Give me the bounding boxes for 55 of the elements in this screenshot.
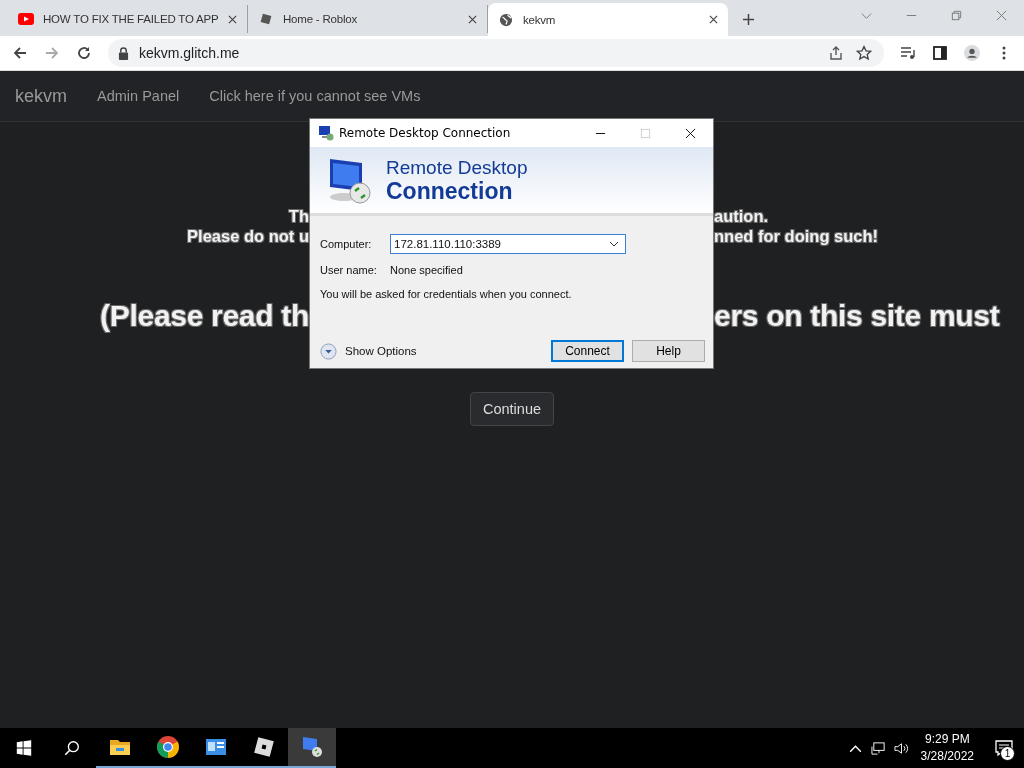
site-brand[interactable]: kekvm bbox=[15, 85, 67, 107]
reload-icon[interactable] bbox=[76, 45, 92, 61]
search-icon[interactable] bbox=[63, 739, 81, 757]
dialog-button[interactable]: Help bbox=[632, 340, 705, 362]
browser-tab[interactable]: HOW TO FIX THE FAILED TO APP bbox=[8, 5, 248, 33]
maximize-icon bbox=[640, 127, 651, 139]
globe-icon bbox=[498, 12, 514, 27]
notification-badge: 1 bbox=[1000, 746, 1015, 761]
nav-link[interactable]: Click here if you cannot see VMs bbox=[209, 88, 421, 104]
tab-title: Home - Roblox bbox=[283, 13, 359, 25]
star-icon[interactable] bbox=[856, 45, 872, 61]
notice-text: Please do not u bbox=[186, 226, 309, 246]
network-icon[interactable] bbox=[870, 740, 886, 756]
close-icon[interactable] bbox=[228, 14, 237, 24]
notice-text: (Please read th bbox=[99, 298, 309, 334]
close-icon[interactable] bbox=[685, 127, 696, 139]
monitor-icon bbox=[318, 125, 334, 141]
clock-time[interactable]: 9:29 PM bbox=[924, 731, 970, 748]
close-icon[interactable] bbox=[468, 14, 477, 24]
side-panel-icon[interactable] bbox=[932, 45, 948, 61]
field-label: User name: bbox=[320, 264, 378, 276]
notice-text: ers on this site must bbox=[714, 298, 1001, 334]
tab-title: kekvm bbox=[523, 13, 557, 26]
lock-icon bbox=[118, 46, 129, 60]
play-logo-icon bbox=[18, 12, 34, 26]
dialog-heading: Remote Desktop bbox=[386, 157, 528, 179]
browser-tab[interactable]: kekvm bbox=[488, 3, 728, 36]
windows-start-icon[interactable] bbox=[15, 739, 33, 757]
field-label: Computer: bbox=[320, 238, 373, 250]
close-icon[interactable] bbox=[709, 15, 718, 24]
speaker-icon[interactable] bbox=[893, 740, 909, 756]
dialog-button[interactable]: Connect bbox=[551, 340, 624, 362]
notice-text: aution. bbox=[714, 206, 770, 226]
avatar-icon[interactable] bbox=[964, 45, 980, 61]
dialog-heading: Connection bbox=[386, 179, 514, 203]
tab-title: HOW TO FIX THE FAILED TO APP bbox=[43, 13, 220, 25]
notice-text: nned for doing such! bbox=[714, 226, 880, 246]
media-list-icon[interactable] bbox=[900, 45, 916, 61]
computer-combo-box[interactable]: 172.81.110.110:3389 bbox=[390, 234, 626, 254]
show-options-link[interactable]: Show Options bbox=[345, 345, 417, 357]
monitor-icon[interactable] bbox=[288, 728, 336, 768]
info-text: You will be asked for credentials when you connect. bbox=[320, 288, 573, 300]
user-name-value: None specified bbox=[390, 264, 463, 276]
notification-icon[interactable] bbox=[995, 739, 1013, 757]
plus-icon[interactable] bbox=[742, 13, 755, 26]
nav-link[interactable]: Admin Panel bbox=[97, 88, 180, 104]
back-arrow-icon[interactable] bbox=[12, 45, 28, 61]
restore-icon[interactable] bbox=[950, 9, 963, 22]
continue-button[interactable]: Continue bbox=[469, 392, 554, 426]
window-title: Remote Desktop Connection bbox=[339, 126, 511, 140]
clock-date[interactable]: 3/28/2022 bbox=[920, 748, 974, 765]
address-bar[interactable]: kekvm.glitch.me bbox=[108, 39, 884, 67]
share-icon[interactable] bbox=[828, 45, 844, 61]
expand-circle-icon[interactable] bbox=[320, 342, 337, 360]
notice-text: Th bbox=[287, 206, 309, 226]
